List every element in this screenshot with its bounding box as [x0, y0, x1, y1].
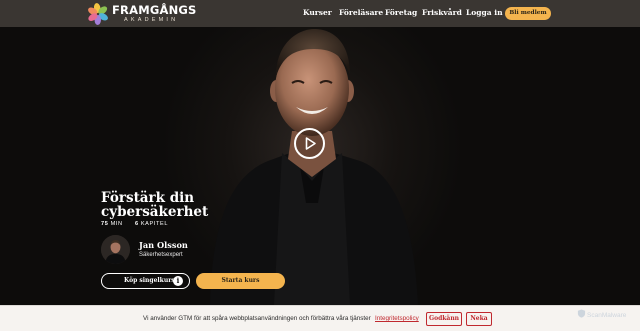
buy-single-course-label: Köp singelkurs [124, 277, 175, 284]
course-hero: Förstärk din cybersäkerhet 75 MIN 6 KAPI… [0, 27, 640, 305]
framgangs-logo-icon [88, 3, 108, 25]
become-member-button[interactable]: Bli medlem [505, 7, 551, 20]
course-title: Förstärk din cybersäkerhet [101, 190, 209, 220]
instructor-role: Säkerhetsexpert [139, 252, 183, 258]
nav-link-logga-in[interactable]: Logga in [466, 8, 503, 18]
info-icon[interactable]: i [173, 276, 183, 286]
duration-value: 75 [101, 221, 109, 227]
privacy-policy-link[interactable]: Integritetspolicy [375, 315, 419, 323]
start-course-button[interactable]: Starta kurs [196, 273, 285, 289]
duration-unit: MIN [110, 221, 123, 227]
scanmalware-icon [577, 309, 586, 318]
scanmalware-label: ScanMalware [587, 312, 627, 319]
instructor-video-still [210, 29, 418, 305]
top-navigation: FRAMGÅNGS AKADEMIN Kurser Föreläsare För… [0, 0, 640, 27]
play-icon [305, 137, 316, 150]
nav-link-friskvard[interactable]: Friskvård [422, 8, 462, 18]
course-meta: 75 MIN 6 KAPITEL [101, 220, 168, 228]
cookie-message: Vi använder GTM för att spåra webbplatsa… [143, 315, 371, 322]
nav-link-foretag[interactable]: Företag [385, 8, 417, 18]
play-video-button[interactable] [294, 128, 325, 159]
nav-link-forelasare[interactable]: Föreläsare [339, 8, 383, 18]
framgangs-logo[interactable]: FRAMGÅNGS AKADEMIN [86, 2, 196, 26]
buy-single-course-button[interactable]: Köp singelkurs i [101, 273, 190, 289]
instructor-avatar [101, 235, 130, 264]
instructor-name: Jan Olsson [139, 240, 188, 250]
chapters-value: 6 [134, 221, 139, 227]
logo-subtitle: AKADEMIN [124, 17, 179, 23]
logo-title: FRAMGÅNGS [112, 3, 197, 17]
chapters-unit: KAPITEL [140, 221, 169, 227]
accept-cookies-button[interactable]: Godkänn [426, 312, 462, 326]
scanmalware-badge[interactable]: ScanMalware [577, 309, 626, 319]
nav-link-kurser[interactable]: Kurser [303, 8, 332, 18]
decline-cookies-button[interactable]: Neka [466, 312, 492, 326]
cookie-banner: Vi använder GTM för att spåra webbplatsa… [0, 305, 640, 331]
